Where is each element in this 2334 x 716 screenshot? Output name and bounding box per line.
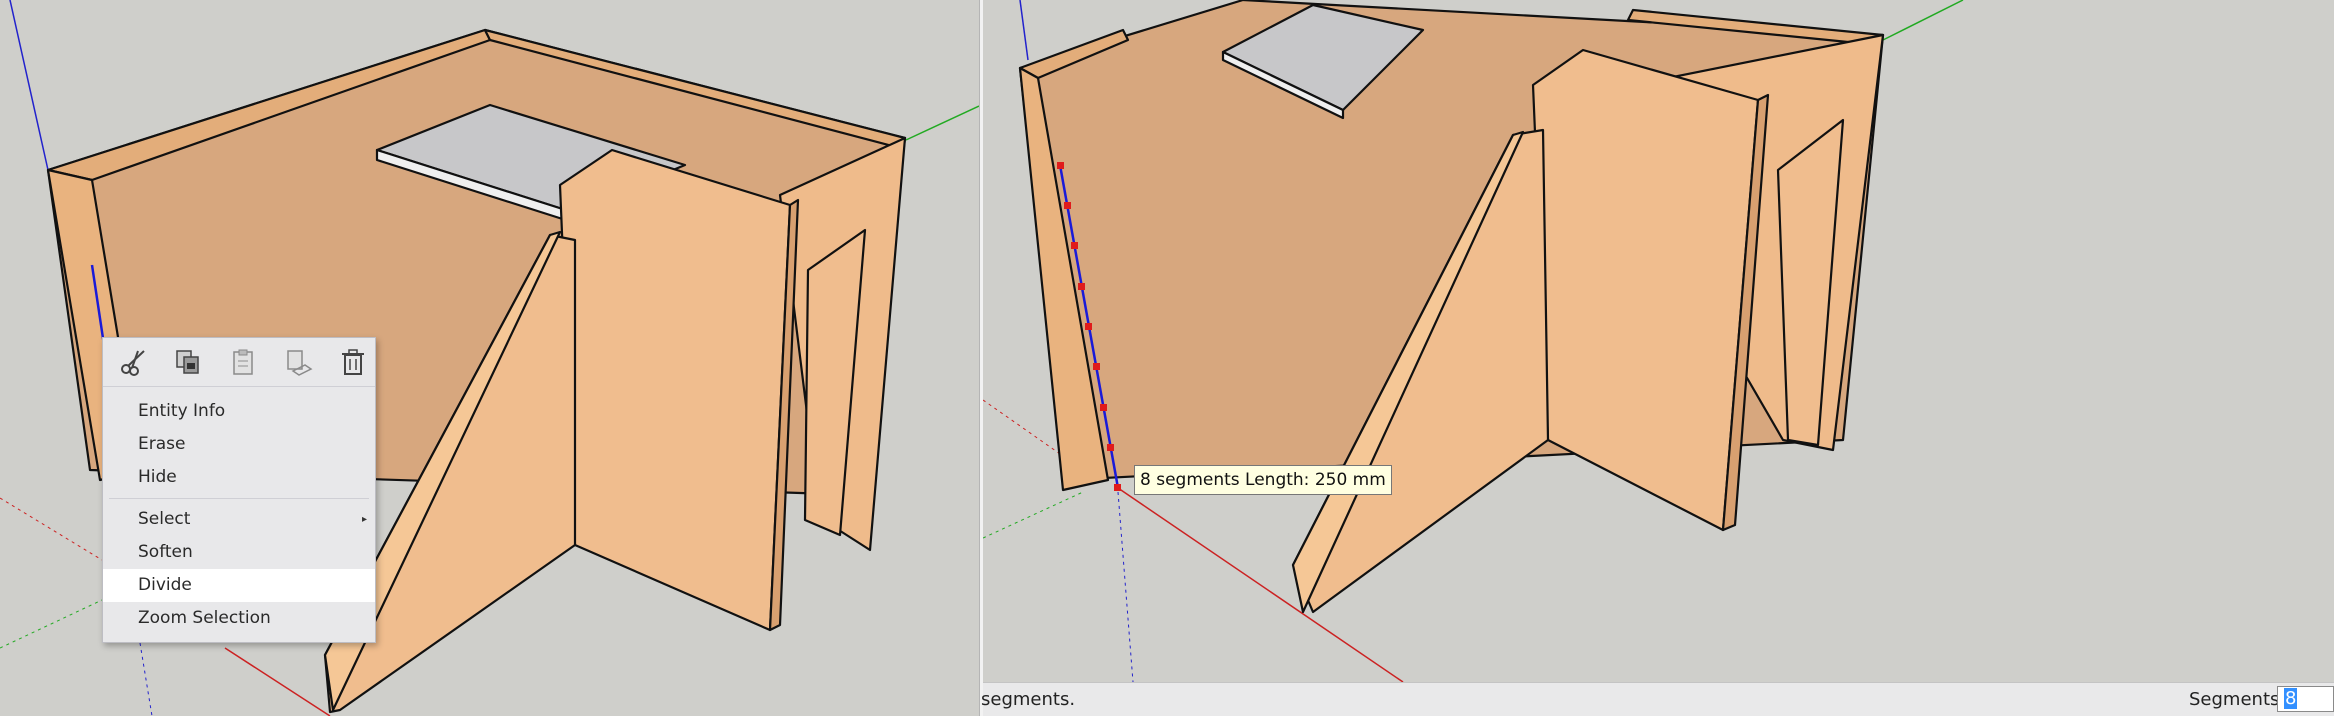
division-point xyxy=(1078,283,1085,290)
red-axis xyxy=(224,647,331,716)
menu-item-divide[interactable]: Divide xyxy=(103,569,375,602)
green-axis-dotted xyxy=(983,491,1084,539)
red-axis-dotted xyxy=(0,497,103,561)
division-point xyxy=(1064,202,1071,209)
viewport-left[interactable]: Entity Info Erase Hide Select ▸ Soften D… xyxy=(0,0,979,716)
scissors-icon[interactable] xyxy=(113,342,153,382)
menu-item-label: Erase xyxy=(138,434,186,454)
menu-item-hide[interactable]: Hide xyxy=(103,461,375,494)
menu-item-zoom-selection[interactable]: Zoom Selection xyxy=(103,602,375,635)
division-point xyxy=(1057,162,1064,169)
context-menu-toolbar xyxy=(103,338,375,387)
segments-input[interactable]: 8 xyxy=(2277,686,2334,712)
menu-item-soften[interactable]: Soften xyxy=(103,536,375,569)
green-axis xyxy=(905,105,979,141)
division-point xyxy=(1085,323,1092,330)
viewport-right[interactable] xyxy=(983,0,2334,716)
blue-axis xyxy=(9,0,49,171)
menu-item-label: Divide xyxy=(138,575,192,595)
menu-item-label: Zoom Selection xyxy=(138,608,271,628)
menu-separator xyxy=(109,498,369,499)
menu-item-select[interactable]: Select ▸ xyxy=(103,503,375,536)
division-point xyxy=(1100,404,1107,411)
menu-item-label: Select xyxy=(138,509,191,529)
center-panel xyxy=(558,148,792,632)
division-point xyxy=(1114,484,1121,491)
vcb-label: Segments xyxy=(2189,689,2280,710)
division-point xyxy=(1093,363,1100,370)
trash-icon[interactable] xyxy=(333,342,373,382)
blue-axis xyxy=(1019,0,1029,61)
paste-icon[interactable] xyxy=(223,342,263,382)
segments-value: 8 xyxy=(2284,688,2298,709)
status-message: segments. xyxy=(981,689,1076,710)
green-axis-dotted xyxy=(0,599,103,649)
center-panel xyxy=(1531,48,1760,532)
copy-icon[interactable] xyxy=(168,342,208,382)
green-axis xyxy=(1882,0,1964,41)
blue-axis-dotted xyxy=(1117,491,1134,683)
status-bar: segments. Segments 8 xyxy=(981,682,2334,716)
paste-in-place-icon[interactable] xyxy=(278,342,318,382)
menu-item-erase[interactable]: Erase xyxy=(103,428,375,461)
submenu-arrow-icon: ▸ xyxy=(361,514,367,525)
division-point xyxy=(1107,444,1114,451)
divide-tooltip: 8 segments Length: 250 mm xyxy=(1134,465,1392,495)
menu-item-label: Hide xyxy=(138,467,177,487)
division-point xyxy=(1071,242,1078,249)
blue-axis-dotted xyxy=(139,642,153,716)
menu-item-label: Soften xyxy=(138,542,193,562)
context-menu: Entity Info Erase Hide Select ▸ Soften D… xyxy=(102,337,376,643)
menu-item-entity-info[interactable]: Entity Info xyxy=(103,395,375,428)
menu-item-label: Entity Info xyxy=(138,401,226,421)
model-canvas-right[interactable] xyxy=(983,0,2334,716)
